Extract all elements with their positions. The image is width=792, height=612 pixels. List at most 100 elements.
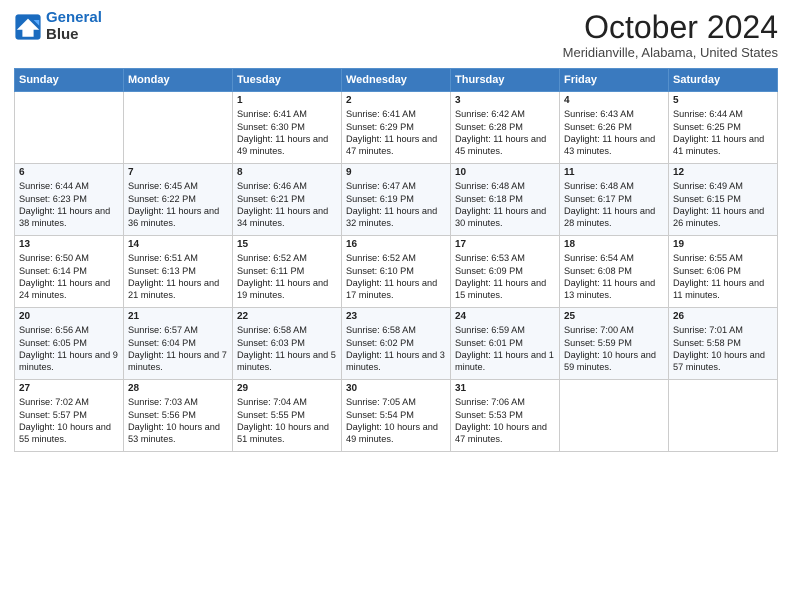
day-content: Sunrise: 6:54 AM Sunset: 6:08 PM Dayligh… [564,252,664,302]
day-content: Sunrise: 6:56 AM Sunset: 6:05 PM Dayligh… [19,324,119,374]
day-content: Sunrise: 6:50 AM Sunset: 6:14 PM Dayligh… [19,252,119,302]
calendar-cell [669,380,778,452]
day-content: Sunrise: 6:57 AM Sunset: 6:04 PM Dayligh… [128,324,228,374]
calendar-cell: 6 Sunrise: 6:44 AM Sunset: 6:23 PM Daylig… [15,164,124,236]
header-day-friday: Friday [560,69,669,92]
week-row-1: 1 Sunrise: 6:41 AM Sunset: 6:30 PM Daylig… [15,92,778,164]
day-number: 4 [564,95,664,106]
logo-icon [14,13,42,41]
calendar-cell: 15 Sunrise: 6:52 AM Sunset: 6:11 PM Dayli… [233,236,342,308]
calendar-cell: 27 Sunrise: 7:02 AM Sunset: 5:57 PM Dayli… [15,380,124,452]
day-number: 12 [673,167,773,178]
header-day-saturday: Saturday [669,69,778,92]
calendar-cell: 22Sunrise: 6:58 AM Sunset: 6:03 PM Dayli… [233,308,342,380]
calendar-cell: 23 Sunrise: 6:58 AM Sunset: 6:02 PM Dayli… [342,308,451,380]
main-title: October 2024 [563,10,778,45]
day-number: 18 [564,239,664,250]
day-content: Sunrise: 6:53 AM Sunset: 6:09 PM Dayligh… [455,252,555,302]
day-number: 31 [455,383,555,394]
day-content: Sunrise: 6:59 AM Sunset: 6:01 PM Dayligh… [455,324,555,374]
calendar-cell: 21 Sunrise: 6:57 AM Sunset: 6:04 PM Dayli… [124,308,233,380]
calendar-cell: 17 Sunrise: 6:53 AM Sunset: 6:09 PM Dayli… [451,236,560,308]
day-number: 25 [564,311,664,322]
day-number: 26 [673,311,773,322]
day-content: Sunrise: 6:52 AM Sunset: 6:10 PM Dayligh… [346,252,446,302]
calendar-cell: 28Sunrise: 7:03 AM Sunset: 5:56 PM Dayli… [124,380,233,452]
day-number: 2 [346,95,446,106]
day-content: Sunrise: 7:02 AM Sunset: 5:57 PM Dayligh… [19,396,119,446]
day-number: 10 [455,167,555,178]
day-number: 23 [346,311,446,322]
week-row-3: 13Sunrise: 6:50 AM Sunset: 6:14 PM Dayli… [15,236,778,308]
calendar-cell: 20 Sunrise: 6:56 AM Sunset: 6:05 PM Dayli… [15,308,124,380]
calendar-cell: 18 Sunrise: 6:54 AM Sunset: 6:08 PM Dayli… [560,236,669,308]
day-number: 29 [237,383,337,394]
day-number: 19 [673,239,773,250]
day-number: 21 [128,311,228,322]
logo: General Blue [14,10,102,43]
day-content: Sunrise: 6:41 AM Sunset: 6:29 PM Dayligh… [346,108,446,158]
week-row-5: 27 Sunrise: 7:02 AM Sunset: 5:57 PM Dayli… [15,380,778,452]
day-content: Sunrise: 7:01 AM Sunset: 5:58 PM Dayligh… [673,324,773,374]
day-content: Sunrise: 6:47 AM Sunset: 6:19 PM Dayligh… [346,180,446,230]
calendar-cell: 11 Sunrise: 6:48 AM Sunset: 6:17 PM Dayli… [560,164,669,236]
calendar-table: SundayMondayTuesdayWednesdayThursdayFrid… [14,68,778,452]
header-day-wednesday: Wednesday [342,69,451,92]
day-content: Sunrise: 6:41 AM Sunset: 6:30 PM Dayligh… [237,108,337,158]
day-number: 6 [19,167,119,178]
day-number: 11 [564,167,664,178]
calendar-cell: 9Sunrise: 6:47 AM Sunset: 6:19 PM Daylig… [342,164,451,236]
calendar-cell: 29 Sunrise: 7:04 AM Sunset: 5:55 PM Dayli… [233,380,342,452]
day-number: 3 [455,95,555,106]
calendar-header: SundayMondayTuesdayWednesdayThursdayFrid… [15,69,778,92]
calendar-cell: 5 Sunrise: 6:44 AM Sunset: 6:25 PM Daylig… [669,92,778,164]
calendar-cell: 31Sunrise: 7:06 AM Sunset: 5:53 PM Dayli… [451,380,560,452]
day-content: Sunrise: 6:58 AM Sunset: 6:02 PM Dayligh… [346,324,446,374]
calendar-cell: 30Sunrise: 7:05 AM Sunset: 5:54 PM Dayli… [342,380,451,452]
calendar-cell: 13Sunrise: 6:50 AM Sunset: 6:14 PM Dayli… [15,236,124,308]
day-content: Sunrise: 7:05 AM Sunset: 5:54 PM Dayligh… [346,396,446,446]
day-content: Sunrise: 6:44 AM Sunset: 6:25 PM Dayligh… [673,108,773,158]
week-row-2: 6 Sunrise: 6:44 AM Sunset: 6:23 PM Daylig… [15,164,778,236]
day-content: Sunrise: 6:52 AM Sunset: 6:11 PM Dayligh… [237,252,337,302]
calendar-cell: 7Sunrise: 6:45 AM Sunset: 6:22 PM Daylig… [124,164,233,236]
day-content: Sunrise: 6:48 AM Sunset: 6:17 PM Dayligh… [564,180,664,230]
calendar-cell: 19 Sunrise: 6:55 AM Sunset: 6:06 PM Dayli… [669,236,778,308]
day-number: 27 [19,383,119,394]
calendar-cell: 1 Sunrise: 6:41 AM Sunset: 6:30 PM Daylig… [233,92,342,164]
day-number: 28 [128,383,228,394]
calendar-cell: 25Sunrise: 7:00 AM Sunset: 5:59 PM Dayli… [560,308,669,380]
header-day-monday: Monday [124,69,233,92]
day-content: Sunrise: 6:58 AM Sunset: 6:03 PM Dayligh… [237,324,337,374]
day-number: 14 [128,239,228,250]
calendar-cell: 3 Sunrise: 6:42 AM Sunset: 6:28 PM Daylig… [451,92,560,164]
logo-text: General Blue [46,10,102,43]
header-day-sunday: Sunday [15,69,124,92]
day-content: Sunrise: 6:44 AM Sunset: 6:23 PM Dayligh… [19,180,119,230]
calendar-cell: 12Sunrise: 6:49 AM Sunset: 6:15 PM Dayli… [669,164,778,236]
calendar-cell [560,380,669,452]
subtitle: Meridianville, Alabama, United States [563,45,778,60]
day-number: 17 [455,239,555,250]
day-content: Sunrise: 6:51 AM Sunset: 6:13 PM Dayligh… [128,252,228,302]
day-number: 1 [237,95,337,106]
week-row-4: 20 Sunrise: 6:56 AM Sunset: 6:05 PM Dayli… [15,308,778,380]
calendar-cell: 14 Sunrise: 6:51 AM Sunset: 6:13 PM Dayli… [124,236,233,308]
day-number: 20 [19,311,119,322]
calendar-cell [15,92,124,164]
calendar-cell: 24Sunrise: 6:59 AM Sunset: 6:01 PM Dayli… [451,308,560,380]
calendar-cell: 2 Sunrise: 6:41 AM Sunset: 6:29 PM Daylig… [342,92,451,164]
day-content: Sunrise: 6:43 AM Sunset: 6:26 PM Dayligh… [564,108,664,158]
day-content: Sunrise: 6:42 AM Sunset: 6:28 PM Dayligh… [455,108,555,158]
day-number: 7 [128,167,228,178]
day-number: 16 [346,239,446,250]
calendar-body: 1 Sunrise: 6:41 AM Sunset: 6:30 PM Daylig… [15,92,778,452]
page: General Blue October 2024 Meridianville,… [0,0,792,612]
day-content: Sunrise: 7:04 AM Sunset: 5:55 PM Dayligh… [237,396,337,446]
day-number: 5 [673,95,773,106]
calendar-cell: 8Sunrise: 6:46 AM Sunset: 6:21 PM Daylig… [233,164,342,236]
calendar-cell: 10Sunrise: 6:48 AM Sunset: 6:18 PM Dayli… [451,164,560,236]
day-content: Sunrise: 6:55 AM Sunset: 6:06 PM Dayligh… [673,252,773,302]
day-number: 15 [237,239,337,250]
header-day-thursday: Thursday [451,69,560,92]
